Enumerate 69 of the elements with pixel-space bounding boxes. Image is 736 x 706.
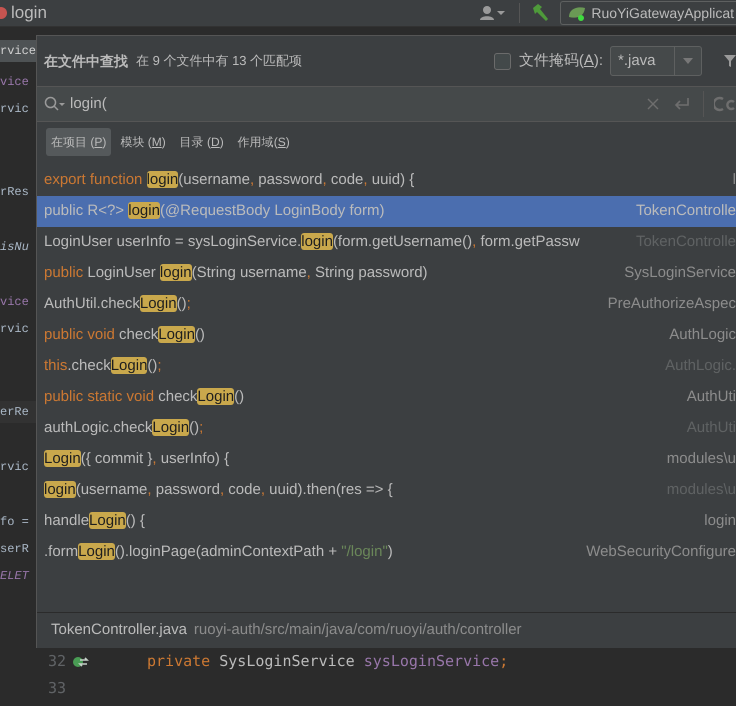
result-code: public R<?> login(@RequestBody LoginBody form) (44, 201, 386, 222)
filter-icon[interactable] (724, 54, 736, 68)
result-code: .formLogin().loginPage(adminContextPath + "/login") (44, 542, 394, 562)
result-row[interactable]: export function login(username, password, code, uuid) { l (37, 165, 736, 196)
result-file: modules\u (666, 449, 736, 470)
code-line: private SysLoginService sysLoginService; (147, 651, 508, 672)
file-name: login (11, 2, 47, 24)
code-fragment: rvic (0, 101, 30, 118)
result-file: login (703, 511, 736, 532)
result-row[interactable]: public LoginUser login(String username, String password) SysLoginService (37, 258, 736, 289)
scope-tab[interactable]: 作用域(S) (232, 128, 295, 156)
run-config-selector[interactable]: RuoYiGatewayApplicat (560, 1, 736, 25)
file-mask-label: 文件掩码(A): (518, 50, 603, 71)
result-code: LoginUser userInfo = sysLoginService.login(form.getUsername(), form.getPassw (44, 232, 581, 252)
search-field[interactable]: login( (37, 86, 736, 122)
preview-file-name: TokenController.java (51, 620, 187, 640)
code-fragment: isNu (0, 239, 30, 256)
result-code: handleLogin() { (44, 511, 146, 532)
result-row[interactable]: public R<?> login(@RequestBody LoginBody form) TokenControlle (37, 196, 736, 227)
search-icon (44, 96, 66, 112)
file-mask-checkbox[interactable] (494, 52, 511, 70)
result-row[interactable]: public static void checkLogin() AuthUti (37, 382, 736, 413)
result-file: AuthLogic (668, 325, 736, 346)
result-code: Login({ commit }, userInfo) { (44, 449, 230, 470)
match-case-icon[interactable] (714, 96, 736, 112)
code-fragment: vice (0, 294, 30, 311)
result-code: this.checkLogin(); (44, 356, 163, 376)
implementation-icon[interactable] (72, 654, 90, 668)
result-file: SysLoginService (623, 263, 736, 284)
preview-file-path: ruoyi-auth/src/main/java/com/ruoyi/auth/controller (194, 620, 522, 640)
code-fragment: fo = (0, 514, 30, 531)
code-fragment: rvic (0, 321, 30, 338)
code-fragment: rRes (0, 184, 30, 201)
result-file: TokenControlle (634, 201, 736, 222)
result-code: public LoginUser login(String username, String password) (44, 263, 429, 284)
code-fragment: rvice (0, 40, 36, 62)
file-mask-field[interactable]: *.java (610, 46, 702, 76)
popup-title: 在文件中查找 (44, 52, 128, 70)
result-row[interactable]: AuthUtil.checkLogin(); PreAuthorizeAspec (37, 289, 736, 320)
result-file: l (732, 170, 736, 190)
hammer-icon[interactable] (530, 3, 550, 23)
scope-tab[interactable]: 目录 (D) (174, 128, 229, 156)
result-row[interactable]: public void checkLogin() AuthLogic (37, 320, 736, 351)
scope-tab[interactable]: 在项目 (P) (46, 128, 112, 156)
line-number: 33 (46, 678, 66, 700)
result-file: AuthUti (686, 387, 736, 408)
result-row[interactable]: .formLogin().loginPage(adminContextPath + "/login") WebSecurityConfigure (37, 537, 736, 568)
result-code: public void checkLogin() (44, 325, 206, 346)
result-row[interactable]: handleLogin() { login (37, 506, 736, 537)
code-fragment: rvic (0, 459, 30, 476)
result-code: AuthUtil.checkLogin(); (44, 294, 192, 314)
leaf-icon (567, 5, 588, 21)
user-icon[interactable] (479, 5, 506, 21)
scope-tab[interactable]: 模块 (M) (115, 128, 171, 156)
code-fragment: vice (0, 74, 30, 91)
match-summary: 在 9 个文件中有 13 个匹配项 (136, 52, 302, 70)
result-file: WebSecurityConfigure (585, 542, 736, 562)
result-row[interactable]: Login({ commit }, userInfo) { modules\u (37, 444, 736, 475)
clear-icon[interactable] (647, 98, 659, 110)
code-fragment: ELET (0, 568, 30, 585)
result-code: public static void checkLogin() (44, 387, 246, 408)
result-code: login(username, password, code, uuid).then(res => { (44, 480, 394, 500)
result-code: export function login(username, password, code, uuid) { (44, 170, 416, 190)
code-fragment: erRe (0, 401, 36, 423)
newline-icon[interactable] (673, 97, 691, 111)
line-number: 32 (46, 651, 66, 672)
code-fragment: serR (0, 541, 30, 558)
result-file: PreAuthorizeAspec (606, 294, 736, 314)
result-code: authLogic.checkLogin(); (44, 418, 204, 438)
